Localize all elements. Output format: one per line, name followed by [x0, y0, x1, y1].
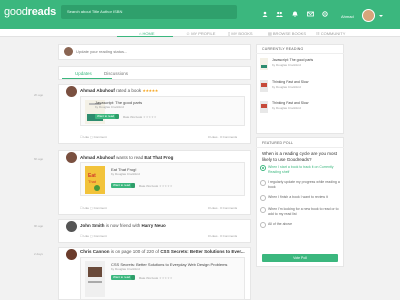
- comment-button[interactable]: Comment: [94, 234, 107, 238]
- shelf-dropdown-button[interactable]: [131, 275, 135, 280]
- username[interactable]: Ahmad: [341, 14, 354, 19]
- book-cover[interactable]: [260, 58, 268, 70]
- rate-book[interactable]: Rate this book ★★★★★: [123, 115, 156, 119]
- book-title[interactable]: Javascript: The good parts: [272, 58, 313, 62]
- book-preview[interactable]: CSS Secrets: Better Solutions to Everyda…: [80, 257, 245, 300]
- like-button[interactable]: Like: [84, 234, 90, 238]
- goodreads-logo[interactable]: goodreads: [4, 6, 56, 18]
- avatar[interactable]: [66, 249, 77, 260]
- feed-text: Ahmad Abuhouf wants to read Eat That Fro…: [80, 155, 174, 160]
- want-to-read-button[interactable]: Want to read: [95, 114, 117, 119]
- book-cover[interactable]: [260, 101, 268, 113]
- book-cover[interactable]: [260, 80, 268, 92]
- book-author: by Douglas Crockford: [272, 85, 301, 89]
- want-to-read-button[interactable]: Want to read: [111, 275, 133, 280]
- avatar[interactable]: [66, 86, 77, 97]
- book-cover[interactable]: EatThat: [85, 166, 105, 194]
- book-author: by Douglas Crockford: [111, 267, 140, 271]
- divider: [256, 53, 344, 54]
- radio-selected[interactable]: [260, 165, 266, 171]
- feed-text: John Smith is now friend with Harry Neuo: [80, 223, 166, 228]
- status-avatar: [64, 47, 73, 56]
- feed-meta: 0 Likes · 0 Comments: [208, 234, 238, 238]
- book-author: by Douglas Crockford: [272, 63, 301, 67]
- messages-icon[interactable]: [307, 11, 314, 17]
- book-author: by Douglas Crockford: [272, 106, 301, 110]
- nav-my-profile[interactable]: ☺ MY PROFILE: [186, 31, 215, 36]
- friends-icon[interactable]: [276, 11, 283, 17]
- top-header: goodreads Search about Title Author ISBN…: [0, 0, 400, 29]
- feed-meta: 0 Likes · 0 Comments: [208, 135, 238, 139]
- nav-my-books[interactable]: ▯ MY BOOKS: [228, 31, 253, 36]
- tab-updates[interactable]: Updates: [75, 71, 92, 76]
- svg-text:That: That: [88, 179, 97, 184]
- feed-actions: ☐ Like ▢ Comment: [80, 234, 107, 238]
- chevron-down-icon[interactable]: [379, 15, 383, 17]
- currently-reading-title: CURRENTLY READING: [262, 47, 304, 51]
- feed-time: 2 days: [34, 252, 43, 256]
- shelf-dropdown-button[interactable]: [115, 114, 119, 119]
- status-input[interactable]: Update your reading status...: [76, 49, 127, 54]
- poll-question: When is a reading cycle are you most lik…: [262, 151, 338, 162]
- nav-browse-books[interactable]: ▤ BROWSE BOOKS: [268, 31, 306, 36]
- feed-meta: 0 Likes · 0 Comments: [208, 206, 238, 210]
- like-button[interactable]: Like: [84, 135, 90, 139]
- rate-book[interactable]: Rate this book ★★★★★: [139, 184, 172, 188]
- want-to-read-button[interactable]: Want to read: [111, 183, 133, 188]
- avatar[interactable]: [66, 221, 77, 232]
- feed-text: Chris Cannon is on page 100 of 220 of CS…: [80, 249, 245, 254]
- comment-button[interactable]: Comment: [94, 206, 107, 210]
- book-title[interactable]: Thinking Fast and Slow: [272, 80, 308, 84]
- book-preview[interactable]: Javascript: The good parts by Douglas Cr…: [80, 96, 245, 126]
- feed-time: 2h ago: [34, 93, 44, 97]
- featured-poll-title: FEATURED POLL: [262, 141, 294, 145]
- book-author: by Douglas Crockford: [95, 105, 124, 109]
- comment-button[interactable]: Comment: [94, 135, 107, 139]
- shelf-dropdown-button[interactable]: [131, 183, 135, 188]
- nav-active-indicator: [117, 36, 173, 37]
- tab-discussions[interactable]: Discussions: [104, 71, 128, 76]
- radio[interactable]: [260, 207, 266, 213]
- feed-time: 6h ago: [34, 157, 44, 161]
- radio[interactable]: [260, 222, 266, 228]
- radio[interactable]: [260, 180, 266, 186]
- search-input[interactable]: Search about Title Author ISBN: [61, 5, 237, 19]
- profile-icon[interactable]: [262, 11, 268, 17]
- avatar[interactable]: [66, 152, 77, 163]
- rate-book[interactable]: Rate this book ★★★★★: [139, 276, 172, 280]
- rating-stars: ★★★★★: [142, 88, 158, 93]
- feed-time: 9h ago: [34, 224, 44, 228]
- divider: [256, 147, 344, 148]
- like-button[interactable]: Like: [84, 206, 90, 210]
- radio[interactable]: [260, 195, 266, 201]
- book-preview[interactable]: Eat That Eat That Frog! by Douglas Crockf…: [80, 162, 245, 196]
- settings-icon[interactable]: [322, 11, 328, 17]
- book-author: by Douglas Crockford: [111, 172, 140, 176]
- user-avatar[interactable]: [362, 9, 375, 22]
- tab-active-indicator: [62, 78, 112, 79]
- book-cover[interactable]: [85, 261, 105, 297]
- feed-actions: ☐ Like ▢ Comment: [80, 135, 107, 139]
- notifications-icon[interactable]: [292, 11, 298, 17]
- nav-community[interactable]: ☷ COMMUNITY: [316, 31, 345, 36]
- feed-text: Ahmad Abuhouf rated a book ★★★★★: [80, 88, 158, 93]
- book-title[interactable]: Thinking Fast and Slow: [272, 101, 308, 105]
- feed-actions: ☐ Like ▢ Comment: [80, 206, 107, 210]
- vote-poll-button[interactable]: Vote Poll: [262, 254, 338, 262]
- main-nav: ⌂ HOME ☺ MY PROFILE ▯ MY BOOKS ▤ BROWSE …: [0, 29, 400, 37]
